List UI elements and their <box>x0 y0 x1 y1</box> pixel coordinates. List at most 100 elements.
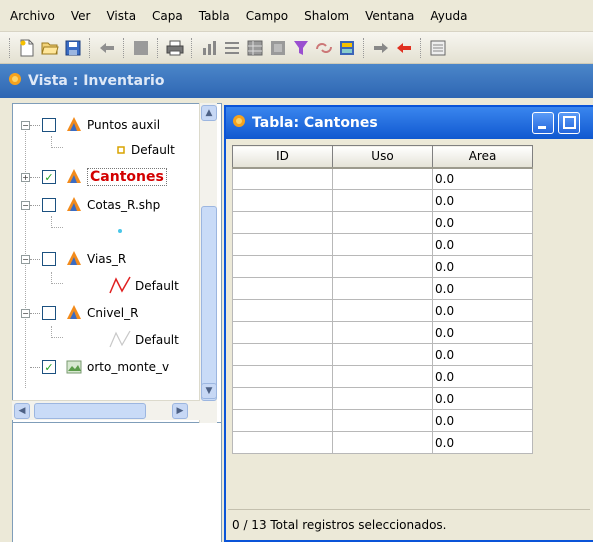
layer-visibility-checkbox[interactable]: ✓ <box>42 360 56 374</box>
expand-icon[interactable]: + <box>21 172 30 182</box>
layer-visibility-checkbox[interactable]: ✓ <box>42 170 56 184</box>
list-icon[interactable] <box>222 38 242 58</box>
table-cell[interactable]: 0.0 <box>432 365 533 388</box>
menu-capa[interactable]: Capa <box>150 7 185 25</box>
toc-vertical-scrollbar[interactable]: ▲ ▼ <box>199 103 217 423</box>
back-icon[interactable] <box>97 38 117 58</box>
table-cell[interactable] <box>332 431 433 454</box>
table-icon[interactable] <box>245 38 265 58</box>
menu-shalom[interactable]: Shalom <box>302 7 351 25</box>
table-cell[interactable] <box>232 431 333 454</box>
table-cell[interactable]: 0.0 <box>432 233 533 256</box>
layer-visibility-checkbox[interactable] <box>42 118 56 132</box>
table-cell[interactable]: 0.0 <box>432 387 533 410</box>
menu-campo[interactable]: Campo <box>244 7 290 25</box>
table-cell[interactable] <box>332 167 433 190</box>
layer-icon[interactable] <box>131 38 151 58</box>
table-cell[interactable] <box>232 321 333 344</box>
column-header-area[interactable]: Area <box>432 145 533 169</box>
table-row[interactable]: 0.0 <box>232 409 533 432</box>
table-cell[interactable]: 0.0 <box>432 343 533 366</box>
filter-icon[interactable] <box>291 38 311 58</box>
collapse-icon[interactable]: − <box>21 308 30 318</box>
column-header-uso[interactable]: Uso <box>332 145 433 169</box>
table-row[interactable]: 0.0 <box>232 431 533 454</box>
table-cell[interactable] <box>232 387 333 410</box>
collapse-icon[interactable]: − <box>21 120 30 130</box>
layer-visibility-checkbox[interactable] <box>42 252 56 266</box>
table-row[interactable]: 0.0 <box>232 167 533 190</box>
scroll-up-icon[interactable]: ▲ <box>201 105 217 121</box>
table-cell[interactable]: 0.0 <box>432 211 533 234</box>
tabla-titlebar[interactable]: Tabla: Cantones <box>226 107 593 139</box>
open-icon[interactable] <box>40 38 60 58</box>
table-cell[interactable] <box>332 255 433 278</box>
table-cell[interactable] <box>332 409 433 432</box>
map-icon[interactable] <box>428 38 448 58</box>
collapse-icon[interactable]: − <box>21 254 30 264</box>
table-cell[interactable]: 0.0 <box>432 277 533 300</box>
table-row[interactable]: 0.0 <box>232 233 533 256</box>
table-row[interactable]: 0.0 <box>232 189 533 212</box>
new-icon[interactable] <box>17 38 37 58</box>
table-cell[interactable] <box>232 255 333 278</box>
column-header-id[interactable]: ID <box>232 145 333 169</box>
table-cell[interactable] <box>332 277 433 300</box>
layer-row[interactable]: − Vias_R <box>13 246 203 272</box>
table-cell[interactable] <box>332 365 433 388</box>
save-icon[interactable] <box>63 38 83 58</box>
maximize-button[interactable] <box>558 112 580 134</box>
table-cell[interactable] <box>232 365 333 388</box>
layer-visibility-checkbox[interactable] <box>42 198 56 212</box>
link-icon[interactable] <box>314 38 334 58</box>
table-cell[interactable] <box>332 211 433 234</box>
menu-ventana[interactable]: Ventana <box>363 7 416 25</box>
table-row[interactable]: 0.0 <box>232 211 533 234</box>
table-cell[interactable] <box>332 299 433 322</box>
table-row[interactable]: 0.0 <box>232 299 533 322</box>
table-cell[interactable]: 0.0 <box>432 431 533 454</box>
table-row[interactable]: 0.0 <box>232 321 533 344</box>
table-cell[interactable] <box>332 387 433 410</box>
table-cell[interactable] <box>232 409 333 432</box>
table-cell[interactable]: 0.0 <box>432 321 533 344</box>
table-cell[interactable]: 0.0 <box>432 255 533 278</box>
table-cell[interactable] <box>332 233 433 256</box>
table-cell[interactable]: 0.0 <box>432 409 533 432</box>
menu-ver[interactable]: Ver <box>69 7 93 25</box>
table-cell[interactable] <box>332 343 433 366</box>
collapse-icon[interactable]: − <box>21 200 30 210</box>
scroll-thumb[interactable] <box>34 403 146 419</box>
scroll-right-icon[interactable]: ▶ <box>172 403 188 419</box>
layer-row[interactable]: ✓ orto_monte_v <box>13 354 203 380</box>
layers-icon[interactable] <box>268 38 288 58</box>
table-cell[interactable] <box>232 233 333 256</box>
table-row[interactable]: 0.0 <box>232 343 533 366</box>
toc-horizontal-scrollbar[interactable]: ◀ ▶ <box>12 400 200 420</box>
menu-tabla[interactable]: Tabla <box>197 7 232 25</box>
table-cell[interactable]: 0.0 <box>432 167 533 190</box>
table-cell[interactable] <box>332 189 433 212</box>
scroll-down-icon[interactable]: ▼ <box>201 383 217 399</box>
table-row[interactable]: 0.0 <box>232 255 533 278</box>
table-cell[interactable] <box>232 299 333 322</box>
vista-titlebar[interactable]: Vista : Inventario <box>0 64 593 98</box>
scroll-thumb[interactable] <box>201 206 217 401</box>
table-cell[interactable] <box>232 277 333 300</box>
table-row[interactable]: 0.0 <box>232 365 533 388</box>
layer-row-selected[interactable]: + ✓ Cantones <box>13 164 203 190</box>
menu-ayuda[interactable]: Ayuda <box>428 7 469 25</box>
table-cell[interactable] <box>332 321 433 344</box>
table-cell[interactable] <box>232 189 333 212</box>
print-icon[interactable] <box>165 38 185 58</box>
table-row[interactable]: 0.0 <box>232 387 533 410</box>
layer-row[interactable]: − Cotas_R.shp <box>13 192 203 218</box>
menu-vista[interactable]: Vista <box>104 7 138 25</box>
forward-arrow-icon[interactable] <box>371 38 391 58</box>
table-cell[interactable] <box>232 167 333 190</box>
table-row[interactable]: 0.0 <box>232 277 533 300</box>
table-cell[interactable]: 0.0 <box>432 299 533 322</box>
layer-row[interactable]: − Cnivel_R <box>13 300 203 326</box>
red-arrow-icon[interactable] <box>394 38 414 58</box>
layer-visibility-checkbox[interactable] <box>42 306 56 320</box>
